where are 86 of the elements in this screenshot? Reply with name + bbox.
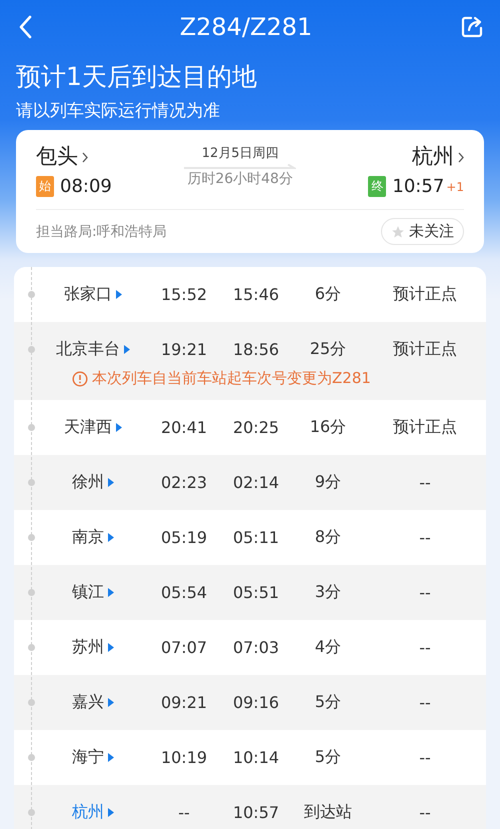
station-name[interactable]: 徐州 <box>72 472 104 493</box>
origin-tag: 始 <box>36 176 54 197</box>
stop-row[interactable]: 杭州 -- 10:57 到达站 -- <box>14 785 486 829</box>
stop-duration: 9分 <box>314 472 342 493</box>
stop-duration: 8分 <box>314 527 342 548</box>
stop-duration: 25分 <box>308 339 348 360</box>
terminal-tag: 终 <box>368 176 386 197</box>
arrival-time: 10:19 <box>160 748 208 767</box>
share-icon[interactable] <box>460 15 484 39</box>
train-number-change-notice: 本次列车自当前车站起车次号变更为Z281 <box>92 369 371 388</box>
departure-time: 08:09 <box>60 176 112 197</box>
chevron-right-icon[interactable] <box>82 152 88 162</box>
station-name[interactable]: 天津西 <box>64 417 112 438</box>
departure-time: 05:11 <box>232 528 280 547</box>
triangle-right-icon[interactable] <box>124 345 130 354</box>
triangle-right-icon[interactable] <box>108 753 114 762</box>
arrival-time: 10:57 <box>392 176 444 197</box>
origin-station-link[interactable]: 包头 <box>36 142 78 170</box>
arrival-time: -- <box>177 803 191 822</box>
day-offset: +1 <box>446 180 464 194</box>
stop-duration: 4分 <box>314 637 342 658</box>
arrival-headline: 预计1天后到达目的地 <box>16 61 258 93</box>
stop-row[interactable]: 徐州 02:23 02:14 9分 -- <box>14 455 486 510</box>
station-name[interactable]: 杭州 <box>72 802 104 823</box>
triangle-right-icon[interactable] <box>108 643 114 652</box>
departure-time: 20:25 <box>232 418 280 437</box>
punctuality-status: 预计正点 <box>392 417 458 438</box>
punctuality-status: -- <box>418 473 432 492</box>
departure-time: 05:51 <box>232 583 280 602</box>
chevron-right-icon[interactable] <box>458 152 464 162</box>
arrival-time: 20:41 <box>160 418 208 437</box>
punctuality-status: -- <box>418 638 432 657</box>
stop-duration: 6分 <box>314 284 342 305</box>
alert-icon <box>72 370 88 386</box>
arrival-time: 09:21 <box>160 693 208 712</box>
disclaimer-text: 请以列车实际运行情况为准 <box>16 100 221 122</box>
arrival-time: 05:54 <box>160 583 208 602</box>
stop-duration: 16分 <box>308 417 348 438</box>
star-icon <box>391 224 405 238</box>
station-name[interactable]: 镇江 <box>72 582 104 603</box>
stop-row[interactable]: 北京丰台 19:21 18:56 25分 预计正点 本次列车自当前车站起车次号变更为Z281 <box>14 322 486 400</box>
punctuality-status: -- <box>418 803 432 822</box>
arrival-time: 15:52 <box>160 285 208 304</box>
station-name[interactable]: 嘉兴 <box>72 692 104 713</box>
stop-row[interactable]: 镇江 05:54 05:51 3分 -- <box>14 565 486 620</box>
travel-date: 12月5日周四 <box>202 145 279 162</box>
arrival-time: 07:07 <box>160 638 208 657</box>
station-name[interactable]: 南京 <box>72 527 104 548</box>
arrival-time: 05:19 <box>160 528 208 547</box>
punctuality-status: -- <box>418 748 432 767</box>
departure-time: 09:16 <box>232 693 280 712</box>
punctuality-status: 预计正点 <box>392 284 458 305</box>
punctuality-status: -- <box>418 583 432 602</box>
departure-time: 07:03 <box>232 638 280 657</box>
arrival-time: 02:23 <box>160 473 208 492</box>
triangle-right-icon[interactable] <box>108 698 114 707</box>
destination-station-link[interactable]: 杭州 <box>412 142 454 170</box>
station-name[interactable]: 张家口 <box>64 284 112 305</box>
triangle-right-icon[interactable] <box>108 808 114 817</box>
departure-time: 10:57 <box>232 803 280 822</box>
triangle-right-icon[interactable] <box>108 588 114 597</box>
stop-duration: 到达站 <box>303 802 353 823</box>
train-number-title: Z284/Z281 <box>180 13 312 41</box>
duration-text: 历时26小时48分 <box>187 170 293 188</box>
station-name[interactable]: 海宁 <box>72 747 104 768</box>
departure-time: 15:46 <box>232 285 280 304</box>
follow-button[interactable]: 未关注 <box>381 218 464 245</box>
punctuality-status: -- <box>418 528 432 547</box>
triangle-right-icon[interactable] <box>116 290 122 299</box>
stop-duration: 3分 <box>314 582 342 603</box>
arrival-time: 19:21 <box>160 340 208 359</box>
stop-row[interactable]: 嘉兴 09:21 09:16 5分 -- <box>14 675 486 730</box>
station-name[interactable]: 苏州 <box>72 637 104 658</box>
departure-time: 02:14 <box>232 473 280 492</box>
triangle-right-icon[interactable] <box>116 423 122 432</box>
stop-duration: 5分 <box>314 692 342 713</box>
departure-time: 18:56 <box>232 340 280 359</box>
station-name[interactable]: 北京丰台 <box>56 339 120 360</box>
punctuality-status: 预计正点 <box>392 339 458 360</box>
railway-bureau-text: 担当路局:呼和浩特局 <box>36 222 167 240</box>
back-icon[interactable] <box>18 15 32 39</box>
triangle-right-icon[interactable] <box>108 533 114 542</box>
stop-duration: 5分 <box>314 747 342 768</box>
triangle-right-icon[interactable] <box>108 478 114 487</box>
departure-time: 10:14 <box>232 748 280 767</box>
punctuality-status: -- <box>418 693 432 712</box>
